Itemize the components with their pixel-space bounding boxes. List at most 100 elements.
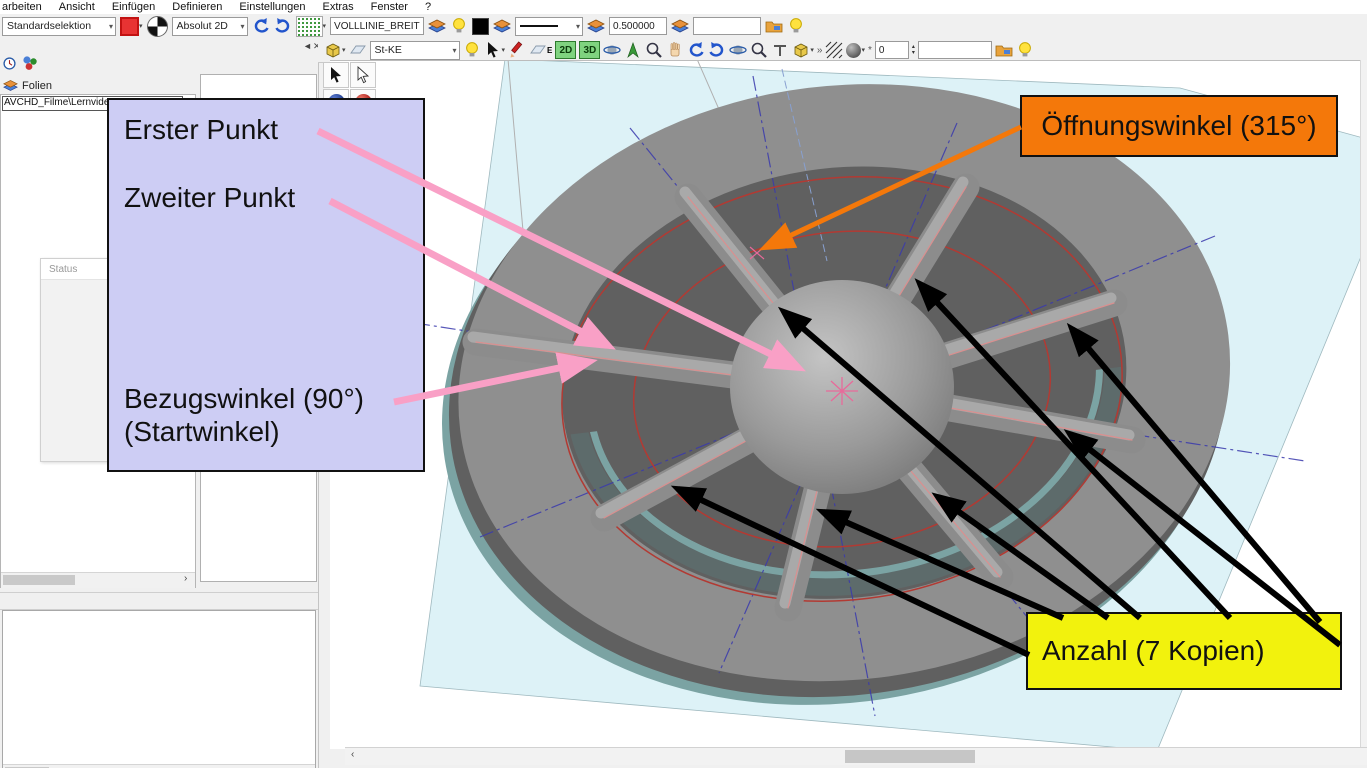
plane-button[interactable]: [349, 40, 367, 60]
black-color-swatch: [472, 18, 489, 35]
width-layer-button[interactable]: [671, 16, 689, 36]
view-2d-button[interactable]: 2D: [555, 41, 576, 59]
chevron-down-icon: ▾: [576, 22, 580, 31]
grid-snap-button[interactable]: ▾: [296, 16, 327, 36]
label-start-angle: (Startwinkel): [124, 416, 280, 448]
extra-field[interactable]: [693, 17, 761, 35]
zoom-extents-button[interactable]: [750, 40, 768, 60]
load-view-button[interactable]: [995, 40, 1013, 60]
menu-help[interactable]: ?: [425, 1, 431, 13]
main-toolbar: Standardselektion▾ ▾ Absolut 2D▾ ▾ ▾: [0, 14, 1367, 39]
material-sphere-button[interactable]: ▾: [846, 40, 865, 60]
menu-ansicht[interactable]: Ansicht: [59, 1, 95, 13]
color-layer-button[interactable]: [493, 16, 511, 36]
undo-button[interactable]: [252, 16, 270, 36]
light-button[interactable]: [1016, 40, 1034, 60]
orbit-button[interactable]: [603, 40, 621, 60]
linetype-layer-button[interactable]: [428, 16, 446, 36]
viewport-vscrollbar[interactable]: [1360, 60, 1367, 747]
folien-tab[interactable]: Folien: [3, 78, 52, 93]
menu-einfuegen[interactable]: Einfügen: [112, 1, 155, 13]
menu-fenster[interactable]: Fenster: [371, 1, 408, 13]
linetype-visibility-button[interactable]: [450, 16, 468, 36]
pencil-icon: [508, 41, 526, 59]
output-hscrollbar[interactable]: ›: [3, 764, 315, 768]
annotation-opening-angle: Öffnungswinkel (315°): [1020, 95, 1338, 157]
select-cursor-button[interactable]: [323, 62, 349, 88]
white-cursor-icon: [354, 66, 372, 84]
hand-icon: [666, 41, 684, 59]
load-settings-button[interactable]: [765, 16, 783, 36]
zoom-window-button[interactable]: [645, 40, 663, 60]
pan-button[interactable]: [666, 40, 684, 60]
selection-color-button[interactable]: ▾: [120, 16, 143, 36]
layer-visibility-button[interactable]: [463, 40, 481, 60]
edit-tool-button[interactable]: [508, 40, 526, 60]
hatch-icon: [825, 41, 843, 59]
e-marker: E: [547, 46, 552, 55]
menu-bearbeiten[interactable]: arbeiten: [2, 1, 42, 13]
linestyle-layer-button[interactable]: [587, 16, 605, 36]
render-mode-button[interactable]: ▾: [792, 40, 814, 60]
coordinate-origin-button[interactable]: [147, 16, 168, 36]
rotate-ccw-button[interactable]: [687, 40, 705, 60]
view-mode-button[interactable]: ▾: [324, 40, 346, 60]
color-swatch-button[interactable]: [472, 16, 489, 36]
chevron-down-icon: ▾: [139, 22, 143, 30]
redo-button[interactable]: [274, 16, 292, 36]
chevron-down-icon: ▾: [109, 22, 113, 31]
rotate-ccw-icon: [687, 41, 705, 59]
layer-number-spinner[interactable]: ▴▾: [912, 44, 915, 56]
view-3d-button[interactable]: 3D: [579, 41, 600, 59]
sidebar-toolbar: [2, 54, 39, 72]
alt-cursor-button[interactable]: [350, 62, 376, 88]
viewport-hscrollbar[interactable]: ‹: [345, 747, 1367, 765]
chevron-down-icon: ▾: [810, 46, 814, 54]
rotate-cw-button[interactable]: [708, 40, 726, 60]
workplane-icon: [324, 41, 342, 59]
plane-edit-button[interactable]: E: [529, 40, 552, 60]
chevron-down-icon: ▾: [323, 22, 327, 30]
tree-hscroll-thumb[interactable]: [3, 575, 75, 585]
menu-einstellungen[interactable]: Einstellungen: [239, 1, 305, 13]
application-window: arbeiten Ansicht Einfügen Definieren Ein…: [0, 0, 1367, 768]
redo-icon: [274, 17, 292, 35]
settings-gears-icon[interactable]: [21, 54, 39, 72]
black-cursor-icon: [327, 66, 345, 84]
folder-icon: [765, 17, 783, 35]
panel-pin-button[interactable]: ◄: [303, 41, 312, 51]
select-tool-button[interactable]: ▾: [484, 40, 506, 60]
layer-number-field[interactable]: [875, 41, 909, 59]
tee-icon: [771, 41, 789, 59]
layers-icon: [493, 17, 511, 35]
toolbar-overflow-chevron[interactable]: »: [817, 45, 823, 56]
chevron-down-icon: ▾: [342, 46, 346, 54]
viewport-scroll-left-arrow[interactable]: ‹: [351, 749, 354, 760]
tree-scroll-right-arrow[interactable]: ›: [184, 573, 187, 584]
walk-view-button[interactable]: [624, 40, 642, 60]
linestyle-combo[interactable]: ▾: [515, 17, 583, 36]
hatch-button[interactable]: [825, 40, 843, 60]
menu-extras[interactable]: Extras: [322, 1, 353, 13]
tree-hscrollbar[interactable]: ›: [1, 572, 195, 588]
red-square-icon: [120, 17, 139, 36]
toggle-all-button[interactable]: [787, 16, 805, 36]
layer-combo[interactable]: St-KE▾: [370, 41, 460, 60]
coordinate-mode-combo[interactable]: Absolut 2D▾: [172, 17, 248, 36]
orbit-free-button[interactable]: [729, 40, 747, 60]
history-clock-icon[interactable]: [2, 56, 17, 71]
selection-mode-combo[interactable]: Standardselektion▾: [2, 17, 116, 36]
extra-field-2[interactable]: [918, 41, 992, 59]
sidebar-separator-bar: [0, 592, 318, 610]
linetype-field[interactable]: [330, 17, 424, 35]
undo-icon: [252, 17, 270, 35]
viewport-hscroll-thumb[interactable]: [845, 750, 975, 763]
line-width-field[interactable]: [609, 17, 667, 35]
orbit-icon: [729, 41, 747, 59]
lightbulb-icon: [450, 17, 468, 35]
magnifier-icon: [645, 41, 663, 59]
menu-definieren[interactable]: Definieren: [172, 1, 222, 13]
spinner-down-icon[interactable]: ▾: [912, 50, 915, 56]
lightbulb-icon: [787, 17, 805, 35]
projection-button[interactable]: [771, 40, 789, 60]
